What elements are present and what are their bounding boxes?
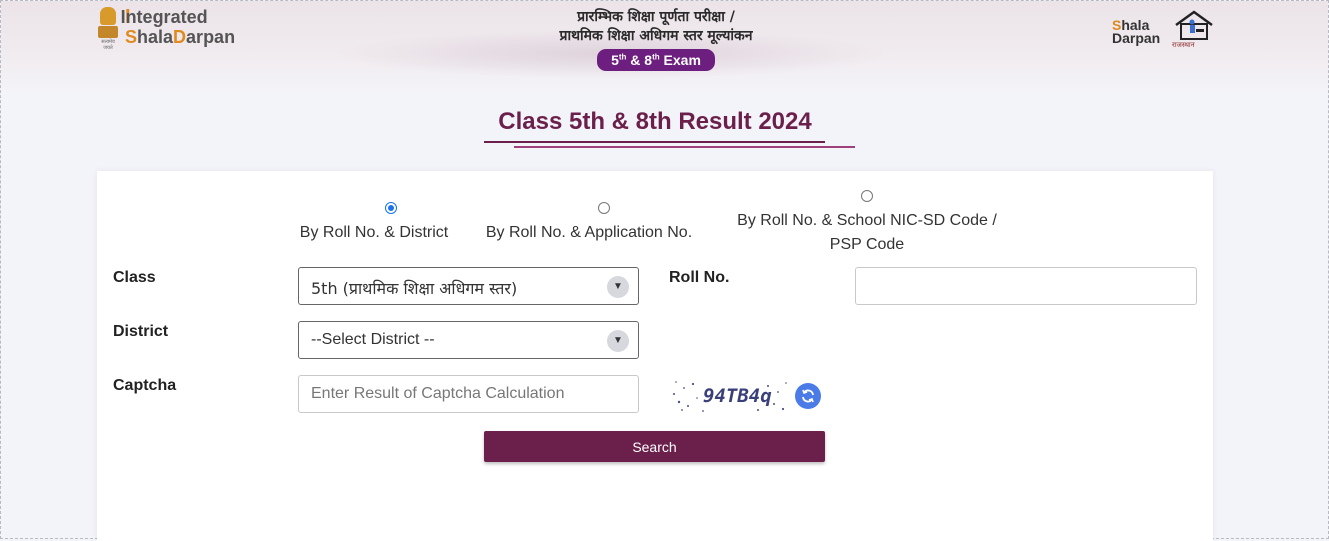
title-underline-offset (514, 146, 855, 148)
header-banner: सत्यमेव जयते IIntegrated ShalaDarpan प्र… (1, 1, 1328, 95)
national-emblem-icon: सत्यमेव जयते (97, 7, 119, 51)
refresh-captcha-button[interactable] (795, 383, 821, 409)
captcha-text: 94TB4q (703, 385, 772, 407)
captcha-image: 94TB4q (670, 376, 790, 414)
chevron-down-icon: ▼ (607, 330, 629, 352)
search-button[interactable]: Search (484, 431, 825, 462)
roll-no-input[interactable] (855, 267, 1197, 305)
class-label: Class (113, 269, 156, 286)
class-select[interactable]: 5th (प्राथमिक शिक्षा अधिगम स्तर) ▼ (298, 267, 639, 305)
shala-darpan-rajasthan-logo[interactable]: Shala Darpan राजस्थान (1112, 9, 1216, 53)
chevron-down-icon: ▼ (607, 276, 629, 298)
radio-roll-district[interactable] (385, 202, 397, 214)
exam-heading: प्रारम्भिक शिक्षा पूर्णता परीक्षा / प्रा… (471, 8, 841, 71)
page-title: Class 5th & 8th Result 2024 (498, 108, 812, 135)
district-select-value: --Select District -- (311, 331, 435, 348)
refresh-icon (802, 389, 814, 403)
option-label-roll-application[interactable]: By Roll No. & Application No. (479, 221, 699, 245)
radio-roll-school-code[interactable] (861, 190, 873, 202)
hindi-heading-line2: प्राथमिक शिक्षा अधिगम स्तर मूल्यांकन (559, 28, 753, 44)
captcha-label: Captcha (113, 377, 177, 394)
hindi-heading-line1: प्रारम्भिक शिक्षा पूर्णता परीक्षा / (577, 9, 735, 25)
integrated-shaladarpan-logo[interactable]: सत्यमेव जयते IIntegrated ShalaDarpan (97, 7, 235, 51)
radio-roll-application[interactable] (598, 202, 610, 214)
district-select[interactable]: --Select District -- ▼ (298, 321, 639, 359)
option-label-roll-school-code[interactable]: By Roll No. & School NIC-SD Code / PSP C… (727, 209, 1007, 257)
house-icon (1175, 10, 1213, 40)
class-select-value: 5th (प्राथमिक शिक्षा अधिगम स्तर) (311, 279, 518, 298)
roll-no-label: Roll No. (669, 269, 730, 286)
option-label-roll-district[interactable]: By Roll No. & District (289, 221, 459, 245)
exam-badge: 5th & 8th Exam (597, 49, 715, 71)
title-underline (484, 141, 825, 143)
district-label: District (113, 323, 169, 340)
logo-left-line1: Integrated (120, 7, 208, 27)
captcha-input[interactable] (298, 375, 639, 413)
